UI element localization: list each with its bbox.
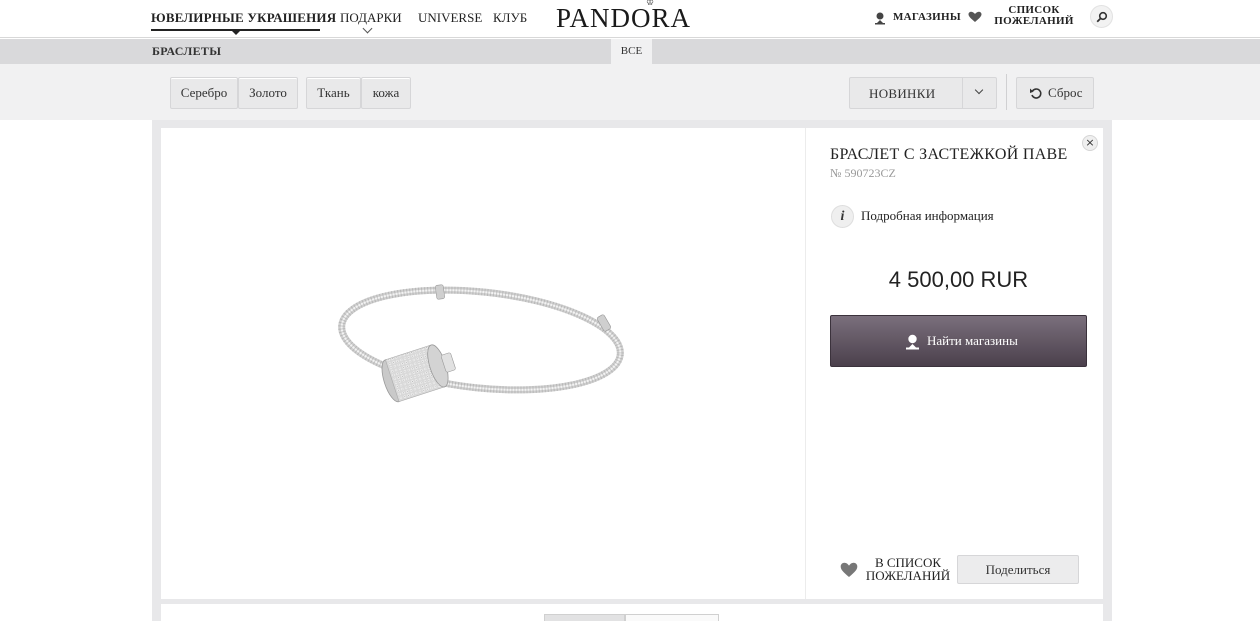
heart-icon[interactable] [840,562,858,578]
reset-icon [1030,88,1042,99]
active-nav-caret [231,30,241,35]
share-button[interactable]: Поделиться [957,555,1079,584]
reset-button[interactable]: Сброс [1016,77,1094,109]
lower-tab[interactable] [544,614,625,621]
sort-value: НОВИНКИ [869,86,936,101]
crown-icon: ♔ [646,0,655,7]
nav-wishlist[interactable]: СПИСОК ПОЖЕЛАНИЙ [993,5,1075,27]
nav-jewelry[interactable]: ЮВЕЛИРНЫЕ УКРАШЕНИЯ [151,10,336,26]
filter-bar: Серебро Золото Ткань кожа НОВИНКИ Сброс [0,64,1260,120]
nav-wishlist-line2: ПОЖЕЛАНИЙ [994,15,1074,27]
store-pin-icon [906,334,919,350]
sort-divider [962,78,963,108]
filter-leather-button[interactable]: кожа [361,77,411,109]
nav-stores[interactable]: МАГАЗИНЫ [893,11,961,23]
product-image[interactable] [161,128,805,599]
tab-all[interactable]: ВСЕ [611,39,652,64]
heart-icon[interactable] [968,11,982,23]
filter-silver-button[interactable]: Серебро [170,77,238,109]
wishlist-line2: ПОЖЕЛАНИЙ [865,568,951,583]
lower-tab[interactable] [625,614,719,621]
nav-club[interactable]: КЛУБ [493,10,527,26]
reset-label: Сброс [1048,85,1083,100]
search-icon [1096,11,1108,23]
details-link[interactable]: Подробная информация [861,208,994,224]
nav-universe[interactable]: UNIVERSE [418,10,482,26]
add-to-wishlist-link[interactable]: В СПИСОК ПОЖЕЛАНИЙ [865,556,951,582]
bracelet-image [338,284,624,403]
divider [1006,74,1007,110]
info-icon[interactable]: i [831,205,854,228]
product-quickview: × БРАСЛЕТ С ЗАСТЕЖКОЙ ПАВЕ № 590723CZ i … [161,128,1103,599]
nav-gifts[interactable]: ПОДАРКИ [340,10,402,26]
find-stores-button[interactable]: Найти магазины [830,315,1087,367]
category-bar: БРАСЛЕТЫ ВСЕ [0,39,1260,64]
filter-gold-button[interactable]: Золото [238,77,298,109]
chevron-down-icon[interactable] [974,85,984,95]
product-sku: № 590723CZ [830,166,896,180]
product-price: 4 500,00 RUR [888,267,1029,292]
sort-select[interactable]: НОВИНКИ [849,77,997,109]
product-title: БРАСЛЕТ С ЗАСТЕЖКОЙ ПАВЕ [830,146,1068,163]
pandora-logo[interactable]: PANDORA [556,3,691,34]
top-navigation: ЮВЕЛИРНЫЕ УКРАШЕНИЯ ПОДАРКИ UNIVERSE КЛУ… [0,0,1260,38]
category-title: БРАСЛЕТЫ [152,44,222,58]
panel-divider [805,128,806,599]
find-stores-label: Найти магазины [927,333,1018,348]
search-button[interactable] [1090,5,1113,28]
filter-fabric-button[interactable]: Ткань [306,77,361,109]
lower-section [161,604,1103,621]
store-pin-icon[interactable] [873,11,887,25]
close-button[interactable]: × [1082,135,1098,151]
